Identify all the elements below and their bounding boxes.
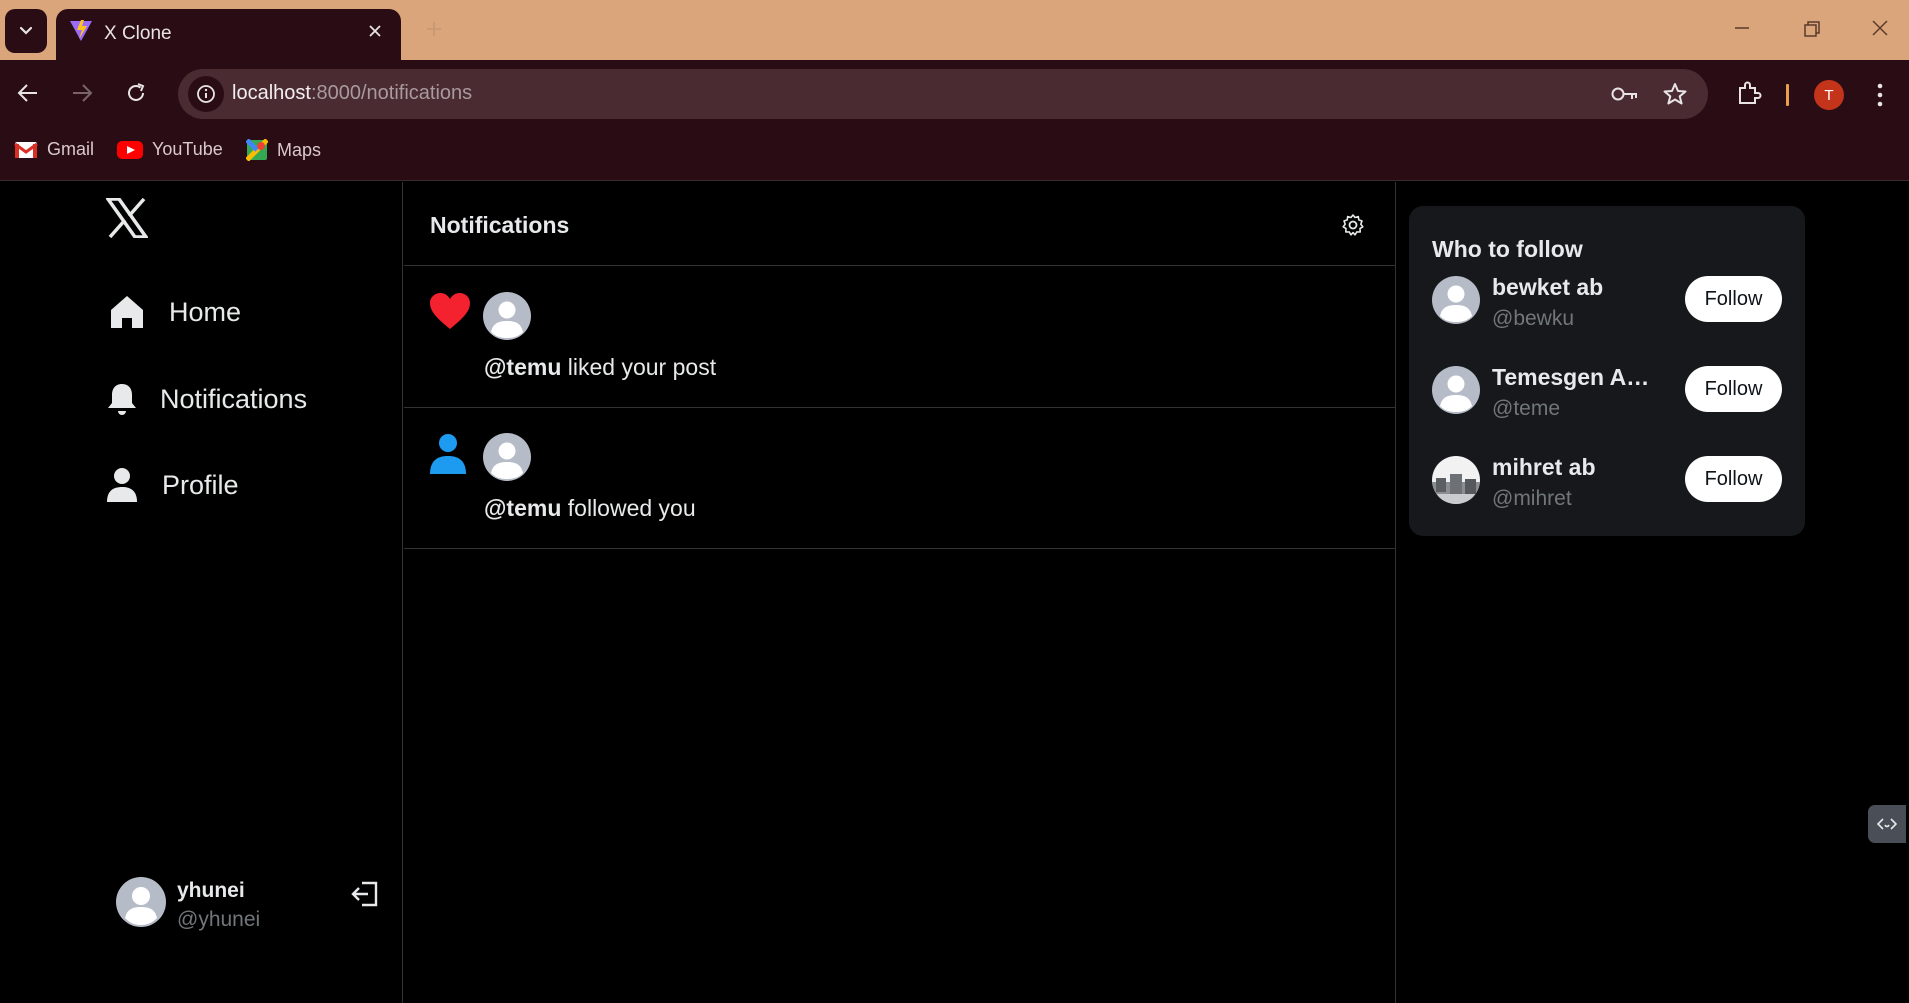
profile-avatar[interactable]: T <box>1814 80 1844 110</box>
sidebar-item-label: Notifications <box>160 383 308 414</box>
sidebar-item-profile[interactable]: Profile <box>106 466 239 504</box>
toolbar-separator <box>1786 84 1789 106</box>
sidebar-item-label: Profile <box>162 469 239 500</box>
notification-text: @temu followed you <box>484 495 696 522</box>
avatar-photo <box>1432 456 1480 504</box>
gear-icon[interactable] <box>1341 213 1365 237</box>
close-icon[interactable] <box>366 22 384 40</box>
tab-title: X Clone <box>104 23 172 44</box>
user-icon <box>430 434 466 474</box>
chevron-down-icon <box>19 26 33 35</box>
info-icon <box>197 85 215 103</box>
home-icon <box>111 296 143 328</box>
maps-icon <box>246 139 268 161</box>
new-tab-button[interactable] <box>417 12 451 46</box>
notification-item[interactable]: @temu followed you <box>404 408 1396 549</box>
bookmark-label: YouTube <box>152 139 223 159</box>
bookmark-youtube[interactable]: YouTube <box>117 139 223 160</box>
minimize-icon[interactable] <box>1732 18 1752 38</box>
bookmark-maps[interactable]: Maps <box>246 139 321 161</box>
page: Home Notifications Profile yhunei @yhune… <box>0 182 1909 1003</box>
follow-button[interactable]: Follow <box>1685 456 1782 502</box>
follow-button[interactable]: Follow <box>1685 366 1782 412</box>
browser-tab[interactable]: X Clone <box>56 9 401 61</box>
suggested-user-name: bewket ab <box>1492 274 1604 300</box>
current-user-handle: @yhunei <box>177 908 261 931</box>
avatar <box>483 433 531 481</box>
notification-user[interactable]: @temu <box>484 354 561 380</box>
notification-user[interactable]: @temu <box>484 495 561 521</box>
notification-message: liked your post <box>561 354 717 380</box>
right-sidebar: Who to follow bewket ab @bewku Follow Te… <box>1397 182 1909 1003</box>
avatar <box>1432 366 1480 414</box>
browser-toolbar: localhost:8000/notifications T <box>0 60 1909 125</box>
sidebar-item-home[interactable]: Home <box>109 294 241 330</box>
vite-favicon-icon <box>70 20 92 41</box>
notification-text: @temu liked your post <box>484 354 716 381</box>
feed-header: Notifications <box>404 182 1396 266</box>
reload-icon[interactable] <box>124 81 148 105</box>
user-icon <box>107 468 137 502</box>
page-title: Notifications <box>430 212 570 238</box>
code-icon <box>1876 818 1898 830</box>
url-text[interactable]: localhost:8000/notifications <box>232 82 472 105</box>
tab-search-button[interactable] <box>5 9 47 53</box>
current-user-name: yhunei <box>177 879 245 902</box>
sidebar-item-label: Home <box>169 296 242 327</box>
url-path: :8000/notifications <box>310 82 473 104</box>
bookmark-label: Gmail <box>47 139 95 159</box>
logout-icon[interactable] <box>351 881 379 907</box>
left-sidebar: Home Notifications Profile yhunei @yhune… <box>0 182 403 1003</box>
who-to-follow-card: Who to follow bewket ab @bewku Follow Te… <box>1409 206 1805 536</box>
bell-icon <box>108 384 136 415</box>
suggested-user-handle: @mihret <box>1492 487 1572 510</box>
avatar <box>116 877 166 927</box>
plus-icon <box>427 22 441 36</box>
star-icon[interactable] <box>1662 81 1688 107</box>
browser-tab-strip: X Clone <box>0 0 1909 61</box>
extensions-icon[interactable] <box>1736 80 1762 106</box>
who-to-follow-title: Who to follow <box>1432 236 1583 262</box>
back-arrow-icon[interactable] <box>16 82 40 104</box>
avatar <box>483 292 531 340</box>
restore-icon[interactable] <box>1802 19 1822 39</box>
youtube-icon <box>117 140 143 159</box>
heart-icon <box>430 293 470 329</box>
suggested-user-name: Temesgen Ab... <box>1492 364 1656 390</box>
site-info-button[interactable] <box>188 76 224 112</box>
devtools-toggle-button[interactable] <box>1868 805 1906 843</box>
notification-message: followed you <box>561 495 696 521</box>
sidebar-item-notifications[interactable]: Notifications <box>106 381 307 417</box>
bookmark-label: Maps <box>277 139 322 160</box>
suggested-user-name: mihret ab <box>1492 454 1596 480</box>
suggested-user[interactable]: bewket ab @bewku Follow <box>1432 274 1782 338</box>
x-logo-icon[interactable] <box>106 198 148 238</box>
gmail-icon <box>14 141 38 158</box>
notification-item[interactable]: @temu liked your post <box>404 267 1396 408</box>
avatar <box>1432 276 1480 324</box>
address-bar[interactable]: localhost:8000/notifications <box>178 69 1708 119</box>
key-icon[interactable] <box>1610 83 1640 105</box>
bookmarks-bar: Gmail YouTube Maps <box>0 125 1909 181</box>
suggested-user[interactable]: Temesgen Ab... @teme Follow <box>1432 364 1782 428</box>
more-menu-icon[interactable] <box>1876 82 1884 108</box>
suggested-user-handle: @teme <box>1492 397 1561 420</box>
notifications-feed: Notifications @temu liked your post @tem… <box>404 182 1396 1003</box>
follow-button[interactable]: Follow <box>1685 276 1782 322</box>
forward-arrow-icon[interactable] <box>70 82 94 104</box>
suggested-user-handle: @bewku <box>1492 307 1575 330</box>
suggested-user[interactable]: mihret ab @mihret Follow <box>1432 454 1782 518</box>
bookmark-gmail[interactable]: Gmail <box>14 139 94 160</box>
window-close-icon[interactable] <box>1870 18 1890 38</box>
current-user-card[interactable]: yhunei @yhunei <box>116 877 386 933</box>
url-host: localhost <box>232 82 311 104</box>
